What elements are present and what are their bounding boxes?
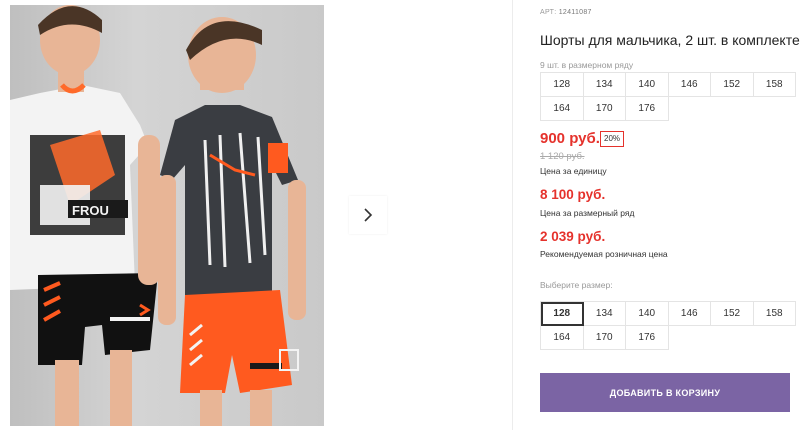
size-row-label: 9 шт. в размерном ряду	[540, 60, 634, 70]
product-image: FROU	[10, 5, 306, 426]
row-price: 8 100 руб.	[540, 187, 606, 202]
chevron-right-icon	[364, 208, 373, 222]
size-row-item: 164	[541, 97, 584, 121]
article-value: 12411087	[558, 9, 592, 16]
size-select-label: Выберите размер:	[540, 280, 613, 290]
size-row-item: 128	[541, 73, 584, 97]
divider	[512, 0, 513, 430]
size-option-170[interactable]: 170	[583, 326, 626, 350]
size-row-item: 170	[583, 97, 626, 121]
size-select-grid: 128 134 140 146 152 158 164 170 176	[540, 301, 796, 350]
svg-text:FROU: FROU	[72, 203, 109, 218]
size-row-item: 146	[668, 73, 711, 97]
old-price: 1 120 руб.	[540, 151, 585, 162]
product-photo: FROU	[10, 5, 324, 426]
unit-price-label: Цена за единицу	[540, 166, 607, 176]
size-row-item: 152	[711, 73, 754, 97]
size-option-128[interactable]: 128	[541, 302, 584, 326]
gallery-next-button[interactable]	[349, 196, 387, 234]
size-option-152[interactable]: 152	[711, 302, 754, 326]
product-gallery: FROU	[0, 0, 512, 430]
unit-price: 900 руб.	[540, 130, 600, 147]
size-row-item: 134	[583, 73, 626, 97]
row-price-label: Цена за размерный ряд	[540, 208, 635, 218]
product-title: Шорты для мальчика, 2 шт. в комплекте	[540, 32, 800, 48]
size-option-158[interactable]: 158	[753, 302, 796, 326]
size-option-164[interactable]: 164	[541, 326, 584, 350]
size-option-134[interactable]: 134	[583, 302, 626, 326]
size-row-item: 140	[626, 73, 669, 97]
article-number: АРТ: 12411087	[540, 9, 592, 16]
article-label: АРТ:	[540, 9, 557, 16]
size-row-grid: 128 134 140 146 152 158 164 170 176	[540, 72, 796, 121]
size-option-176[interactable]: 176	[626, 326, 669, 350]
size-option-140[interactable]: 140	[626, 302, 669, 326]
retail-price: 2 039 руб.	[540, 229, 606, 244]
size-row-item: 176	[626, 97, 669, 121]
add-to-cart-button[interactable]: ДОБАВИТЬ В КОРЗИНУ	[540, 373, 790, 412]
size-option-146[interactable]: 146	[668, 302, 711, 326]
size-row-item: 158	[753, 73, 796, 97]
discount-badge: 20%	[600, 131, 625, 147]
retail-price-label: Рекомендуемая розничная цена	[540, 249, 668, 259]
